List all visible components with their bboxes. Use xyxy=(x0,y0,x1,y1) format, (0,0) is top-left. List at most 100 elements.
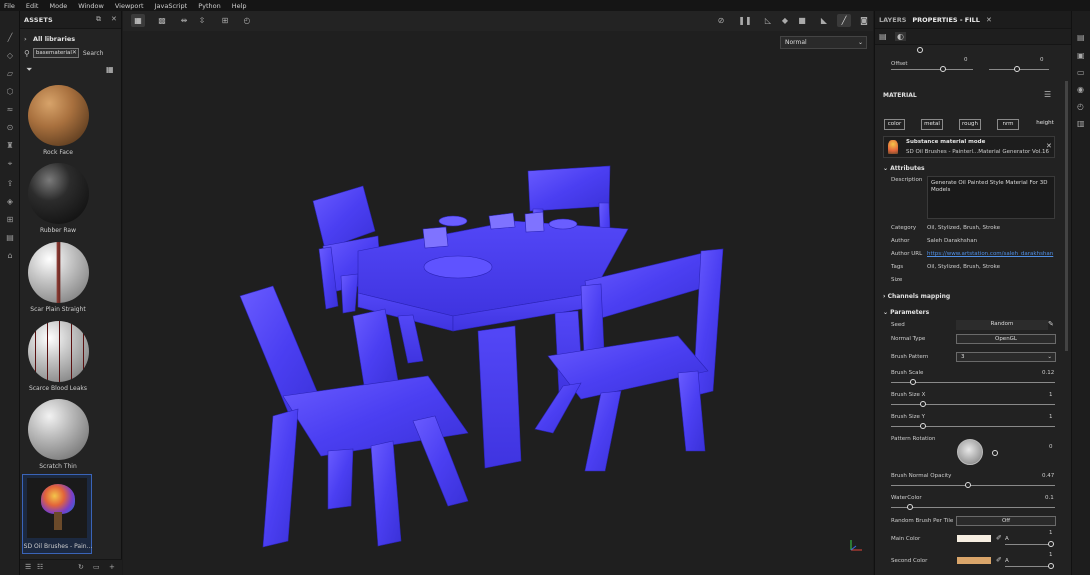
texture-set-list-icon[interactable]: ▤ xyxy=(1077,33,1085,42)
brush-normal-opacity-handle[interactable] xyxy=(965,482,971,488)
asset-tile-selected[interactable]: SD Oil Brushes - Pain... xyxy=(22,474,92,554)
undock-icon[interactable]: ⧉ xyxy=(96,15,101,24)
menu-edit[interactable]: Edit xyxy=(26,2,39,10)
offset-x-track[interactable] xyxy=(891,69,973,70)
polygon-fill-icon[interactable]: ◈ xyxy=(5,197,15,207)
menu-python[interactable]: Python xyxy=(198,2,221,10)
export-icon[interactable]: ▤ xyxy=(5,233,15,243)
history-icon[interactable]: ◴ xyxy=(240,14,254,27)
texture-set-settings-icon[interactable]: ▣ xyxy=(1077,51,1085,60)
second-color-alpha-handle[interactable] xyxy=(1048,563,1054,569)
uv-icon[interactable]: ⊞ xyxy=(5,215,15,225)
no-camera-icon[interactable]: ⊘ xyxy=(714,14,728,27)
menu-file[interactable]: File xyxy=(4,2,15,10)
normal-type-button[interactable]: OpenGL xyxy=(956,334,1056,344)
geometry-mask-icon[interactable]: ⬡ xyxy=(5,87,15,97)
scale-slider-handle[interactable] xyxy=(917,47,923,53)
channel-rough[interactable]: rough xyxy=(959,119,981,130)
properties-scrollbar[interactable] xyxy=(1065,81,1068,351)
grid-icon[interactable]: ▦ xyxy=(131,14,145,27)
camera-icon[interactable]: ■ xyxy=(795,14,809,27)
close-tab-icon[interactable]: ✕ xyxy=(986,16,992,24)
lighting-icon[interactable]: ◣ xyxy=(817,14,831,27)
tab-layers[interactable]: LAYERS xyxy=(879,16,906,24)
menu-help[interactable]: Help xyxy=(232,2,247,10)
menu-mode[interactable]: Mode xyxy=(49,2,67,10)
eyedropper-icon[interactable]: ✐ xyxy=(996,534,1002,542)
menu-window[interactable]: Window xyxy=(78,2,104,10)
asset-tile[interactable]: Rubber Raw xyxy=(22,161,114,239)
brush-normal-opacity-track[interactable] xyxy=(891,485,1055,486)
clear-search-icon[interactable]: ✕ xyxy=(72,49,77,57)
log-icon[interactable]: ▥ xyxy=(1077,119,1085,128)
smudge-icon[interactable]: ≈ xyxy=(5,105,15,115)
menu-viewport[interactable]: Viewport xyxy=(115,2,144,10)
main-color-alpha-handle[interactable] xyxy=(1048,541,1054,547)
projection-icon[interactable]: ▱ xyxy=(5,69,15,79)
brush-size-x-track[interactable] xyxy=(891,404,1055,405)
layer-settings-icon[interactable]: ▤ xyxy=(879,32,887,41)
channel-color[interactable]: color xyxy=(884,119,905,130)
bake-icon[interactable]: ⇪ xyxy=(5,179,15,189)
paint-brush-icon[interactable]: ╱ xyxy=(5,33,15,43)
display-settings-icon[interactable]: ▭ xyxy=(1077,68,1085,77)
viewport-3d[interactable]: ▦ ▩ ⇹ ⇳ ⊞ ◴ ⊘ ❚❚ ◺ ◆ ■ ◣ ╱ ◙ Normal ⌄ xyxy=(123,11,873,575)
symmetry-y-icon[interactable]: ⇳ xyxy=(195,14,209,27)
brush-size-y-track[interactable] xyxy=(891,426,1055,427)
libraries-breadcrumb[interactable]: › All libraries xyxy=(24,35,75,43)
pattern-rotation-handle[interactable] xyxy=(992,450,998,456)
channel-metal[interactable]: metal xyxy=(921,119,943,130)
frame-icon[interactable]: ⊞ xyxy=(218,14,232,27)
brush-mode-icon[interactable]: ╱ xyxy=(837,14,851,27)
edit-seed-icon[interactable]: ✎ xyxy=(1048,320,1054,328)
seed-button[interactable]: Random xyxy=(956,320,1048,330)
asset-tile[interactable]: Rock Face xyxy=(22,83,114,161)
add-icon[interactable]: + xyxy=(109,563,115,571)
second-color-alpha-track[interactable] xyxy=(1005,566,1053,567)
symmetry-icon[interactable]: ⇹ xyxy=(177,14,191,27)
second-color-swatch[interactable] xyxy=(957,557,991,564)
brush-pattern-select[interactable]: 3 ⌄ xyxy=(956,352,1056,362)
shelf-icon[interactable]: ⌂ xyxy=(5,251,15,261)
screenshot-icon[interactable]: ◙ xyxy=(857,14,871,27)
author-url-link[interactable]: https://www.artstation.com/saleh_darakhs… xyxy=(927,251,1053,257)
remove-material-icon[interactable]: ✕ xyxy=(1046,142,1052,150)
eyedropper-icon[interactable]: ✐ xyxy=(996,556,1002,564)
folder-icon[interactable]: ▭ xyxy=(93,563,100,571)
channel-nrm[interactable]: nrm xyxy=(997,119,1019,130)
brush-scale-handle[interactable] xyxy=(910,379,916,385)
pattern-rotation-dial[interactable] xyxy=(957,439,983,465)
brush-size-x-handle[interactable] xyxy=(920,401,926,407)
random-brush-toggle[interactable]: Off xyxy=(956,516,1056,526)
watercolor-handle[interactable] xyxy=(907,504,913,510)
asset-tile[interactable]: Scar Plain Straight xyxy=(22,240,114,318)
grid-dense-icon[interactable]: ▩ xyxy=(155,14,169,27)
eraser-icon[interactable]: ◇ xyxy=(5,51,15,61)
select-icon[interactable]: ◺ xyxy=(761,14,775,27)
channels-mapping-toggle[interactable]: › Channels mapping xyxy=(883,293,950,300)
main-color-alpha-track[interactable] xyxy=(1005,544,1053,545)
search-button[interactable]: Search xyxy=(83,50,104,57)
menu-javascript[interactable]: JavaScript xyxy=(155,2,188,10)
history-icon[interactable]: ◴ xyxy=(1077,102,1084,111)
attributes-section-toggle[interactable]: ⌄ Attributes xyxy=(883,165,925,172)
brush-size-y-handle[interactable] xyxy=(920,423,926,429)
parameters-toggle[interactable]: ⌄ Parameters xyxy=(883,309,929,316)
main-color-swatch[interactable] xyxy=(957,535,991,542)
asset-tile[interactable]: Scarce Blood Leaks xyxy=(22,319,114,397)
asset-tile[interactable]: Scratch Thin xyxy=(22,397,114,475)
offset-x-handle[interactable] xyxy=(940,66,946,72)
stamp-icon[interactable]: ♜ xyxy=(5,141,15,151)
shader-settings-icon[interactable]: ◉ xyxy=(1077,85,1084,94)
pause-icon[interactable]: ❚❚ xyxy=(738,14,752,27)
clone-icon[interactable]: ⊙ xyxy=(5,123,15,133)
material-icon[interactable]: ◐ xyxy=(895,32,906,41)
search-input[interactable]: basematerial ✕ xyxy=(32,48,79,58)
list-view-icon[interactable]: ☰ xyxy=(25,563,31,571)
channel-height[interactable]: height xyxy=(1033,119,1057,130)
watercolor-track[interactable] xyxy=(891,507,1055,508)
cube-icon[interactable]: ◆ xyxy=(778,14,792,27)
filter-icon[interactable]: ⏷ xyxy=(26,65,32,75)
color-picker-icon[interactable]: ⌖ xyxy=(5,159,15,169)
material-menu-icon[interactable]: ☰ xyxy=(1044,90,1051,99)
